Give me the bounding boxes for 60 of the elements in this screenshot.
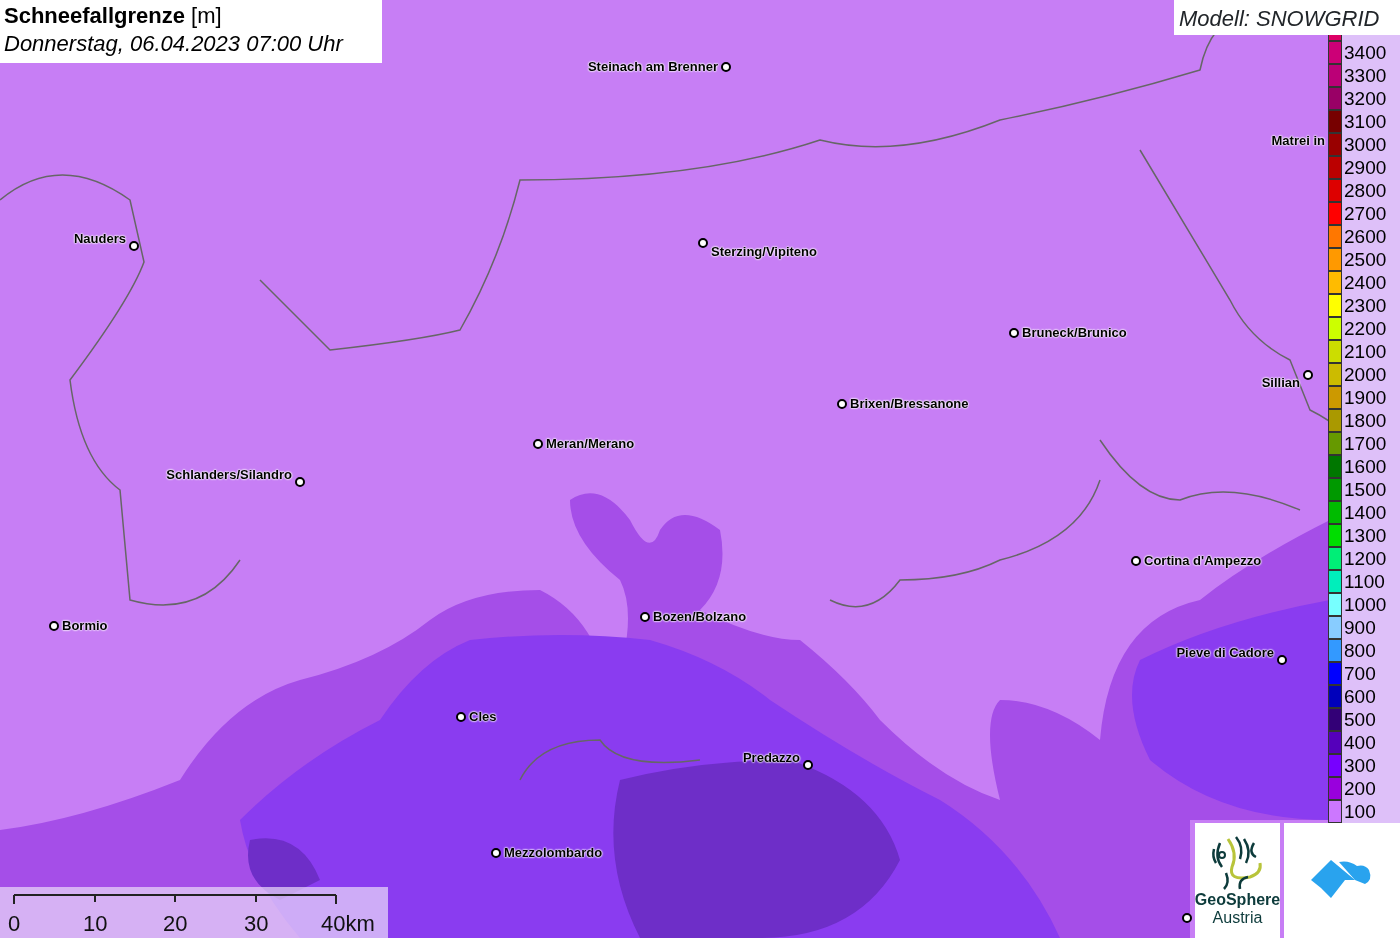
- legend-label: 2600: [1343, 225, 1387, 248]
- scale-label: 30: [244, 910, 269, 938]
- legend-label: 3400: [1343, 41, 1387, 64]
- town-label: Nauders: [73, 231, 126, 246]
- town-label: Mezzolombardo: [504, 845, 603, 860]
- legend-label: 3300: [1343, 64, 1387, 87]
- legend-label: 1000: [1343, 593, 1387, 616]
- town-label: Bozen/Bolzano: [653, 609, 747, 624]
- legend-label: 1600: [1343, 455, 1387, 478]
- legend-label: 400: [1343, 731, 1376, 754]
- scale-label: 20: [163, 910, 188, 938]
- legend-label: 1300: [1343, 524, 1387, 547]
- legend-label: 900: [1343, 616, 1376, 639]
- legend-label: 1100: [1343, 570, 1385, 593]
- town-label: Bruneck/Brunico: [1022, 325, 1127, 340]
- legend-label: 3200: [1343, 87, 1387, 110]
- forecast-datetime: Donnerstag, 06.04.2023 07:00 Uhr: [4, 30, 345, 58]
- town-label: Matrei in: [1271, 133, 1325, 148]
- legend-label: 2100: [1343, 340, 1387, 363]
- legend-label: 300: [1343, 754, 1376, 777]
- legend-label: 100: [1343, 800, 1376, 823]
- legend-label: 2500: [1343, 248, 1387, 271]
- scale-label: 10: [83, 910, 108, 938]
- legend-label: 2300: [1343, 294, 1387, 317]
- scale-label: 0: [8, 910, 21, 938]
- town-label: Schlanders/Silandro: [166, 467, 292, 482]
- town-label: Predazzo: [742, 750, 800, 765]
- legend-label: 500: [1343, 708, 1376, 731]
- map-title: Schneefallgrenze [m]: [4, 2, 223, 30]
- legend-label: 200: [1343, 777, 1376, 800]
- legend-label: 2000: [1343, 363, 1387, 386]
- legend-label: 1400: [1343, 501, 1387, 524]
- logo-text: Austria: [1212, 909, 1263, 927]
- legend-label: 2200: [1343, 317, 1387, 340]
- legend-label: 2400: [1343, 271, 1387, 294]
- legend-label: 1700: [1343, 432, 1387, 455]
- legend-label: 700: [1343, 662, 1376, 685]
- town-label: Meran/Merano: [546, 436, 635, 451]
- legend-label: 3100: [1343, 110, 1387, 133]
- legend-label: 2700: [1343, 202, 1387, 225]
- legend-label: 1900: [1343, 386, 1387, 409]
- town-label: Pieve di Cadore: [1176, 645, 1274, 660]
- town-label: Bormio: [62, 618, 108, 633]
- town-label: Brixen/Bressanone: [850, 396, 969, 411]
- legend-label: 600: [1343, 685, 1376, 708]
- legend-label: 2900: [1343, 156, 1387, 179]
- legend-label: 1200: [1343, 547, 1387, 570]
- town-label: Steinach am Brenner: [587, 59, 718, 74]
- legend-label: 2800: [1343, 179, 1387, 202]
- model-label: Modell: SNOWGRID: [1174, 0, 1400, 35]
- logo-text: GeoSphere: [1194, 891, 1281, 909]
- legend-label: 800: [1343, 639, 1376, 662]
- legend-label: 1800: [1343, 409, 1387, 432]
- town-label: Cles: [469, 709, 497, 724]
- scale-label: 40km: [321, 910, 375, 938]
- town-label: Sterzing/Vipiteno: [711, 244, 817, 259]
- town-label: Sillian: [1261, 375, 1300, 390]
- town-label: Cortina d'Ampezzo: [1144, 553, 1262, 568]
- legend-label: 3000: [1343, 133, 1387, 156]
- legend-label: 1500: [1343, 478, 1387, 501]
